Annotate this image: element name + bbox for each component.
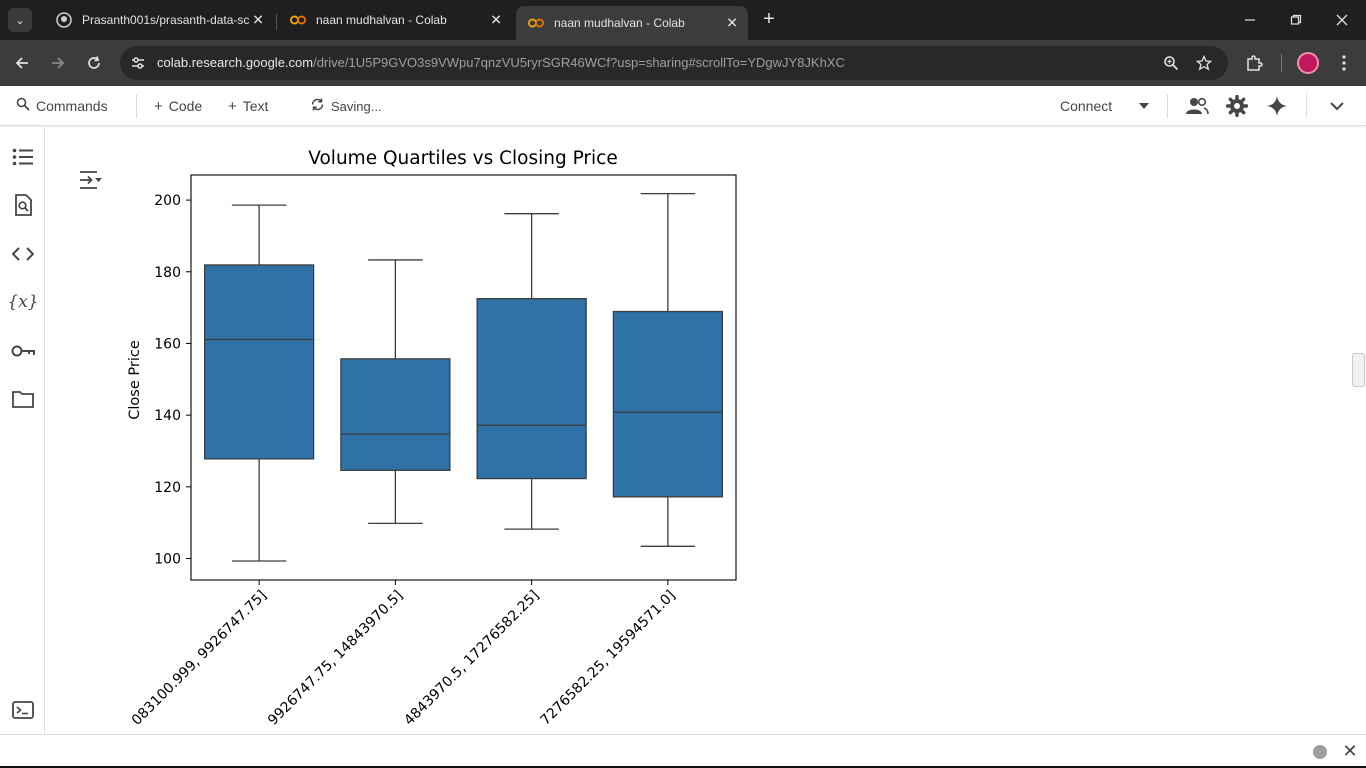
left-sidebar-rail: {𝑥}	[0, 127, 45, 734]
vertical-scrollbar-thumb[interactable]	[1352, 353, 1365, 387]
tab-close-icon[interactable]: ✕	[490, 12, 502, 29]
url-text[interactable]: colab.research.google.com/drive/1U5P9GVO…	[157, 55, 845, 70]
toolbar-divider	[1306, 94, 1307, 118]
box-4	[612, 192, 724, 547]
connect-button[interactable]: Connect	[1060, 96, 1112, 116]
tab-search-chevron-icon[interactable]: ⌄	[8, 8, 32, 32]
address-bar[interactable]: colab.research.google.com/drive/1U5P9GVO…	[120, 46, 1228, 80]
secrets-key-icon[interactable]	[10, 338, 36, 364]
toc-icon[interactable]	[10, 144, 36, 170]
saving-label: Saving...	[331, 98, 382, 114]
box-3	[476, 213, 587, 530]
bookmark-star-icon[interactable]	[1194, 53, 1214, 73]
restore-icon[interactable]	[1284, 8, 1308, 32]
y-tick-label: 200	[154, 193, 181, 209]
x-axis: 083100.999, 9926747.75]9926747.75, 14843…	[129, 580, 679, 729]
x-tick-label: 4843970.5, 17276582.25]	[401, 588, 542, 729]
iqr-box	[203, 264, 315, 460]
back-arrow-icon[interactable]	[10, 51, 34, 75]
browser-tab-github[interactable]: Prasanth001s/prasanth-data-sc ✕	[44, 6, 274, 34]
y-tick-label: 160	[154, 336, 181, 352]
boxplot-chart: Volume Quartiles vs Closing Price Close …	[127, 148, 737, 729]
status-close-icon[interactable]: ✕	[1340, 741, 1360, 761]
tab-title: naan mudhalvan - Colab	[316, 13, 447, 27]
chart-title: Volume Quartiles vs Closing Price	[308, 148, 617, 169]
url-host: colab.research.google.com	[157, 55, 314, 70]
extensions-puzzle-icon[interactable]	[1242, 51, 1266, 75]
browser-tab-colab-active[interactable]: naan mudhalvan - Colab ✕	[516, 6, 748, 40]
zoom-icon[interactable]	[1161, 53, 1181, 73]
new-tab-plus-icon[interactable]: +	[758, 8, 780, 30]
share-people-icon[interactable]	[1185, 94, 1209, 118]
y-tick-label: 180	[154, 265, 181, 281]
y-tick-label: 100	[154, 551, 181, 567]
find-icon[interactable]	[10, 192, 36, 218]
colab-icon	[290, 12, 306, 28]
plus-icon: +	[228, 97, 237, 115]
status-bar: ✕	[0, 734, 1366, 768]
commands-label: Commands	[36, 98, 108, 114]
iqr-box	[612, 310, 724, 498]
sync-icon	[310, 97, 325, 116]
github-icon	[56, 12, 72, 28]
add-text-label: Text	[242, 98, 269, 114]
variables-icon[interactable]: {𝑥}	[7, 289, 38, 315]
box-1	[203, 204, 315, 562]
box-2	[340, 259, 451, 525]
saving-status: Saving...	[310, 96, 382, 116]
output-actions-icon[interactable]	[76, 168, 104, 192]
iqr-box	[340, 358, 451, 471]
collapse-chevron-icon[interactable]	[1325, 94, 1349, 118]
y-tick-label: 120	[154, 480, 181, 496]
files-folder-icon[interactable]	[10, 386, 36, 412]
browser-tab-strip: ⌄ Prasanth001s/prasanth-data-sc ✕ naan m…	[0, 0, 1366, 40]
colab-icon	[528, 15, 544, 31]
connect-label: Connect	[1060, 98, 1113, 114]
box-series	[203, 192, 724, 562]
url-path: /drive/1U5P9GVO3s9VWpu7qnzVU5ryrSGR46WCf…	[313, 55, 845, 70]
window-close-icon[interactable]	[1330, 8, 1354, 32]
settings-gear-icon[interactable]	[1225, 94, 1249, 118]
site-info-icon[interactable]	[128, 53, 148, 73]
tab-title: Prasanth001s/prasanth-data-sc	[82, 13, 250, 27]
tab-close-icon[interactable]: ✕	[252, 12, 264, 29]
y-axis: 100 120 140 160 180 200	[154, 193, 191, 567]
x-tick-label: 7276582.25, 19594571.0]	[538, 588, 679, 729]
commands-button[interactable]: Commands	[16, 96, 108, 116]
iqr-box	[476, 298, 587, 480]
toolbar-divider	[1167, 94, 1168, 118]
forward-arrow-icon[interactable]	[46, 51, 70, 75]
y-tick-label: 140	[154, 408, 181, 424]
plus-icon: +	[154, 97, 163, 115]
code-snippets-icon[interactable]	[10, 241, 36, 267]
browser-tab-colab-1[interactable]: naan mudhalvan - Colab ✕	[278, 6, 512, 34]
x-tick-label: 9926747.75, 14843970.5]	[265, 588, 406, 729]
browser-menu-kebab-icon[interactable]	[1332, 51, 1356, 75]
add-code-button[interactable]: + Code	[154, 96, 202, 116]
y-axis-label: Close Price	[127, 340, 143, 420]
minimize-icon[interactable]	[1238, 8, 1262, 32]
toolbar-divider	[1281, 54, 1282, 72]
add-code-label: Code	[168, 98, 203, 114]
add-text-button[interactable]: + Text	[228, 96, 268, 116]
gemini-sparkle-icon[interactable]	[1265, 94, 1289, 118]
profile-avatar[interactable]	[1297, 52, 1319, 74]
tab-close-icon[interactable]: ✕	[726, 15, 738, 32]
toolbar-divider	[136, 94, 137, 118]
search-icon	[16, 97, 30, 115]
tab-title: naan mudhalvan - Colab	[554, 16, 685, 30]
browser-navigation-bar: colab.research.google.com/drive/1U5P9GVO…	[0, 40, 1366, 86]
connect-dropdown-arrow-icon[interactable]	[1132, 94, 1156, 118]
tab-divider	[276, 14, 277, 30]
colab-toolbar: Commands + Code + Text Saving... Connect	[0, 86, 1366, 126]
reload-icon[interactable]	[82, 51, 106, 75]
x-tick-label: 083100.999, 9926747.75]	[129, 588, 270, 729]
status-indicator-dot	[1313, 745, 1327, 759]
terminal-icon[interactable]	[10, 697, 36, 723]
